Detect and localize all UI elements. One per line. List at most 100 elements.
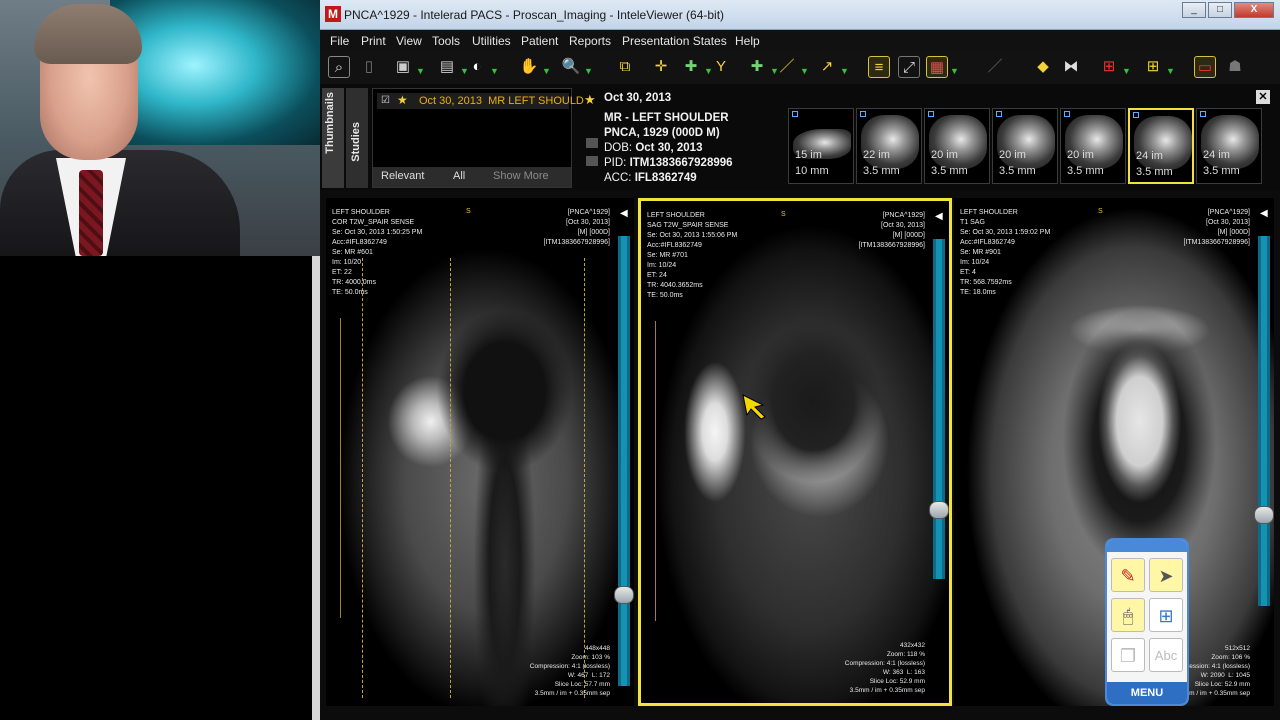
scroll-track[interactable] bbox=[1261, 236, 1267, 606]
palette-menu-button[interactable]: MENU bbox=[1107, 682, 1187, 704]
study-date: Oct 30, 2013 bbox=[604, 92, 672, 104]
text-tool-icon[interactable]: Abc bbox=[1149, 638, 1183, 672]
dropdown-arrow-icon[interactable]: ▼ bbox=[840, 66, 849, 76]
monitor-icon[interactable]: ▭ bbox=[1194, 56, 1216, 78]
menu-reports[interactable]: Reports bbox=[569, 34, 611, 48]
scroll-handle[interactable] bbox=[929, 501, 949, 519]
crosshair-icon[interactable]: ✛ bbox=[650, 56, 672, 78]
star-icon[interactable]: ★ bbox=[584, 92, 596, 108]
close-button[interactable]: X bbox=[1234, 2, 1274, 18]
probe-icon[interactable]: Y bbox=[710, 56, 732, 78]
star-icon[interactable]: ★ bbox=[397, 93, 408, 107]
menu-print[interactable]: Print bbox=[361, 34, 386, 48]
user-icon[interactable]: ☗ bbox=[1224, 56, 1246, 78]
patient-name: PNCA, 1929 (000D M) bbox=[604, 127, 720, 139]
maximize-button[interactable]: □ bbox=[1208, 2, 1232, 18]
viewport-scrollbar[interactable] bbox=[614, 236, 634, 686]
cine-icon[interactable]: ▦ bbox=[926, 56, 948, 78]
report-icon[interactable] bbox=[586, 138, 598, 148]
menu-tools[interactable]: Tools bbox=[432, 34, 460, 48]
dropdown-arrow-icon[interactable]: ▼ bbox=[416, 66, 425, 76]
dicom-header-left: LEFT SHOULDER COR T2W_SPAIR SENSE Se: Oc… bbox=[332, 209, 423, 296]
tab-studies[interactable]: Studies bbox=[350, 122, 362, 162]
thumbnail-thickness: 3.5 mm bbox=[1203, 165, 1240, 177]
series-thumbnail-selected[interactable]: 24 im 3.5 mm bbox=[1128, 108, 1194, 184]
viewport-nav-icon[interactable]: ◀ bbox=[620, 208, 630, 226]
dropdown-arrow-icon[interactable]: ▼ bbox=[1166, 66, 1175, 76]
menu-patient[interactable]: Patient bbox=[521, 34, 558, 48]
checkbox-icon[interactable]: ☑ bbox=[381, 95, 390, 106]
close-study-icon[interactable]: ✕ bbox=[1256, 90, 1270, 104]
dropdown-arrow-icon[interactable]: ▼ bbox=[542, 66, 551, 76]
viewport-nav-icon[interactable]: ◀ bbox=[935, 211, 945, 229]
magnify-icon[interactable]: ⌕ bbox=[328, 56, 350, 78]
window-level-icon[interactable]: ◐ bbox=[466, 56, 488, 78]
study-bar: Thumbnails Studies ☑ ★ Oct 30, 2013 MR L… bbox=[320, 84, 1280, 190]
viewport-scrollbar[interactable] bbox=[929, 239, 949, 579]
menu-view[interactable]: View bbox=[396, 34, 422, 48]
mouse-tool-icon[interactable]: 🖱 bbox=[1111, 598, 1145, 632]
reference-line bbox=[450, 258, 451, 698]
study-row[interactable]: ☑ ★ Oct 30, 2013 MR LEFT SHOULD bbox=[377, 93, 584, 109]
series-thumbnail[interactable]: 20 im 3.5 mm bbox=[992, 108, 1058, 184]
pointer-tool-icon[interactable]: ➤ bbox=[1149, 558, 1183, 592]
scroll-handle[interactable] bbox=[1254, 506, 1274, 524]
dropdown-arrow-icon[interactable]: ▼ bbox=[800, 66, 809, 76]
menu-presentation-states[interactable]: Presentation States bbox=[622, 34, 727, 48]
arrow-annotation-icon[interactable]: ↗ bbox=[816, 56, 838, 78]
mpr-icon[interactable]: ◆ bbox=[1032, 56, 1054, 78]
reference-lines-icon[interactable]: ⤢ bbox=[898, 56, 920, 78]
layers-tool-icon[interactable]: ❐ bbox=[1111, 638, 1145, 672]
dropdown-arrow-icon[interactable]: ▼ bbox=[490, 66, 499, 76]
filter-all[interactable]: All bbox=[453, 170, 465, 182]
pan-hand-icon[interactable]: ✋ bbox=[518, 56, 540, 78]
sync-icon[interactable]: ≡ bbox=[868, 56, 890, 78]
selection-marker bbox=[928, 111, 934, 117]
pen-tool-icon[interactable]: ✎ bbox=[1111, 558, 1145, 592]
menu-help[interactable]: Help bbox=[735, 34, 760, 48]
app-logo-icon: M bbox=[325, 6, 341, 22]
filter-relevant[interactable]: Relevant bbox=[381, 170, 424, 182]
display-icon[interactable]: ▤ bbox=[436, 56, 458, 78]
viewport-coronal[interactable]: LEFT SHOULDER COR T2W_SPAIR SENSE Se: Oc… bbox=[326, 198, 634, 706]
minimize-button[interactable]: _ bbox=[1182, 2, 1206, 18]
layout-icon[interactable]: ▣ bbox=[392, 56, 414, 78]
dropdown-arrow-icon[interactable]: ▼ bbox=[950, 66, 959, 76]
scale-ruler bbox=[340, 318, 348, 618]
tab-thumbnails[interactable]: Thumbnails bbox=[324, 92, 336, 154]
ruler-icon[interactable]: ／ bbox=[776, 56, 798, 78]
menu-utilities[interactable]: Utilities bbox=[472, 34, 511, 48]
dicom-header-left: LEFT SHOULDER SAG T2W_SPAIR SENSE Se: Oc… bbox=[647, 212, 738, 299]
arrow-annotation-icon[interactable] bbox=[739, 391, 769, 421]
filter-show-more[interactable]: Show More bbox=[493, 170, 549, 182]
series-thumbnail[interactable]: 24 im 3.5 mm bbox=[1196, 108, 1262, 184]
series-thumbnail[interactable]: 20 im 3.5 mm bbox=[924, 108, 990, 184]
reference-line bbox=[584, 258, 585, 698]
layout-grid-icon[interactable]: ⊞ bbox=[1098, 56, 1120, 78]
viewport-nav-icon[interactable]: ◀ bbox=[1260, 208, 1270, 226]
palette-header[interactable] bbox=[1107, 540, 1187, 552]
series-layout-icon[interactable]: ⊞ bbox=[1142, 56, 1164, 78]
scroll-handle[interactable] bbox=[614, 586, 634, 604]
scroll-track[interactable] bbox=[621, 236, 627, 686]
menu-file[interactable]: File bbox=[330, 34, 349, 48]
grid-tool-icon[interactable]: ⊞ bbox=[1149, 598, 1183, 632]
series-thumbnail[interactable]: 15 im 10 mm bbox=[788, 108, 854, 184]
annotation-plus-icon[interactable]: ✚ bbox=[746, 56, 768, 78]
study-filters: Relevant All Show More bbox=[373, 167, 571, 187]
series-thumbnail[interactable]: 20 im 3.5 mm bbox=[1060, 108, 1126, 184]
presenter-tie bbox=[79, 170, 103, 256]
dropdown-arrow-icon[interactable]: ▼ bbox=[1122, 66, 1131, 76]
blank-doc-icon[interactable]: ▯ bbox=[358, 56, 380, 78]
localizer-icon[interactable]: ✚ bbox=[680, 56, 702, 78]
scroll-track[interactable] bbox=[936, 239, 942, 579]
flip-icon[interactable]: ⧓ bbox=[1060, 56, 1082, 78]
zoom-icon[interactable]: 🔍 bbox=[560, 56, 582, 78]
series-thumbnail[interactable]: 22 im 3.5 mm bbox=[856, 108, 922, 184]
viewport-scrollbar[interactable] bbox=[1254, 236, 1274, 606]
title-bar: M PNCA^1929 - Intelerad PACS - Proscan_I… bbox=[320, 0, 1280, 30]
viewport-sagittal-t2[interactable]: LEFT SHOULDER SAG T2W_SPAIR SENSE Se: Oc… bbox=[638, 198, 952, 706]
crop-icon[interactable]: ⧉ bbox=[614, 56, 636, 78]
dropdown-arrow-icon[interactable]: ▼ bbox=[584, 66, 593, 76]
document-icon[interactable] bbox=[586, 156, 598, 166]
